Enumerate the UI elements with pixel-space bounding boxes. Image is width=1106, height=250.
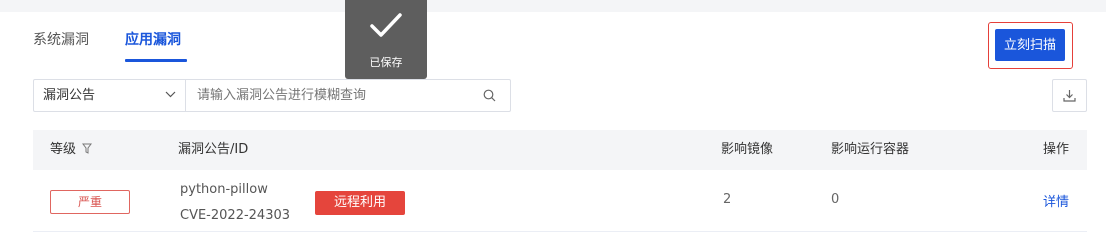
saved-toast: 已保存 [345, 0, 427, 79]
tab-system-vulnerabilities[interactable]: 系统漏洞 [33, 30, 89, 50]
download-button[interactable] [1052, 79, 1087, 112]
affected-containers-count: 0 [831, 192, 840, 207]
details-link[interactable]: 详情 [1043, 191, 1069, 210]
top-strip [0, 0, 1106, 12]
filter-bar: 漏洞公告 [33, 79, 511, 112]
column-affected-images: 影响镜像 [721, 142, 774, 157]
filter-select-value: 漏洞公告 [43, 88, 96, 103]
search-input[interactable] [197, 87, 467, 104]
filter-field-select[interactable]: 漏洞公告 [34, 80, 186, 111]
table-row: 严重 python-pillow CVE-2022-24303 远程利用 2 0… [33, 170, 1087, 232]
table-header: 等级 漏洞公告/ID 影响镜像 影响运行容器 操作 [33, 130, 1087, 170]
column-actions: 操作 [1043, 142, 1070, 157]
package-name: python-pillow [180, 182, 268, 197]
search-icon[interactable] [483, 89, 496, 102]
toast-message: 已保存 [369, 56, 403, 69]
checkmark-icon [370, 13, 402, 37]
column-level: 等级 [50, 141, 93, 159]
column-level-label: 等级 [50, 142, 77, 157]
chevron-down-icon [165, 91, 176, 98]
cve-id: CVE-2022-24303 [180, 208, 291, 223]
affected-images-count: 2 [723, 192, 732, 207]
tab-application-vulnerabilities[interactable]: 应用漏洞 [125, 30, 181, 50]
column-bulletin-id: 漏洞公告/ID [178, 142, 249, 157]
severity-badge: 严重 [50, 190, 130, 214]
scan-now-button[interactable]: 立刻扫描 [995, 29, 1065, 61]
scan-button-highlight: 立刻扫描 [988, 22, 1073, 69]
active-tab-indicator [125, 59, 187, 62]
download-icon [1063, 90, 1076, 102]
column-affected-containers: 影响运行容器 [831, 142, 910, 157]
filter-icon[interactable] [82, 143, 93, 154]
remote-exploit-tag: 远程利用 [315, 191, 405, 215]
